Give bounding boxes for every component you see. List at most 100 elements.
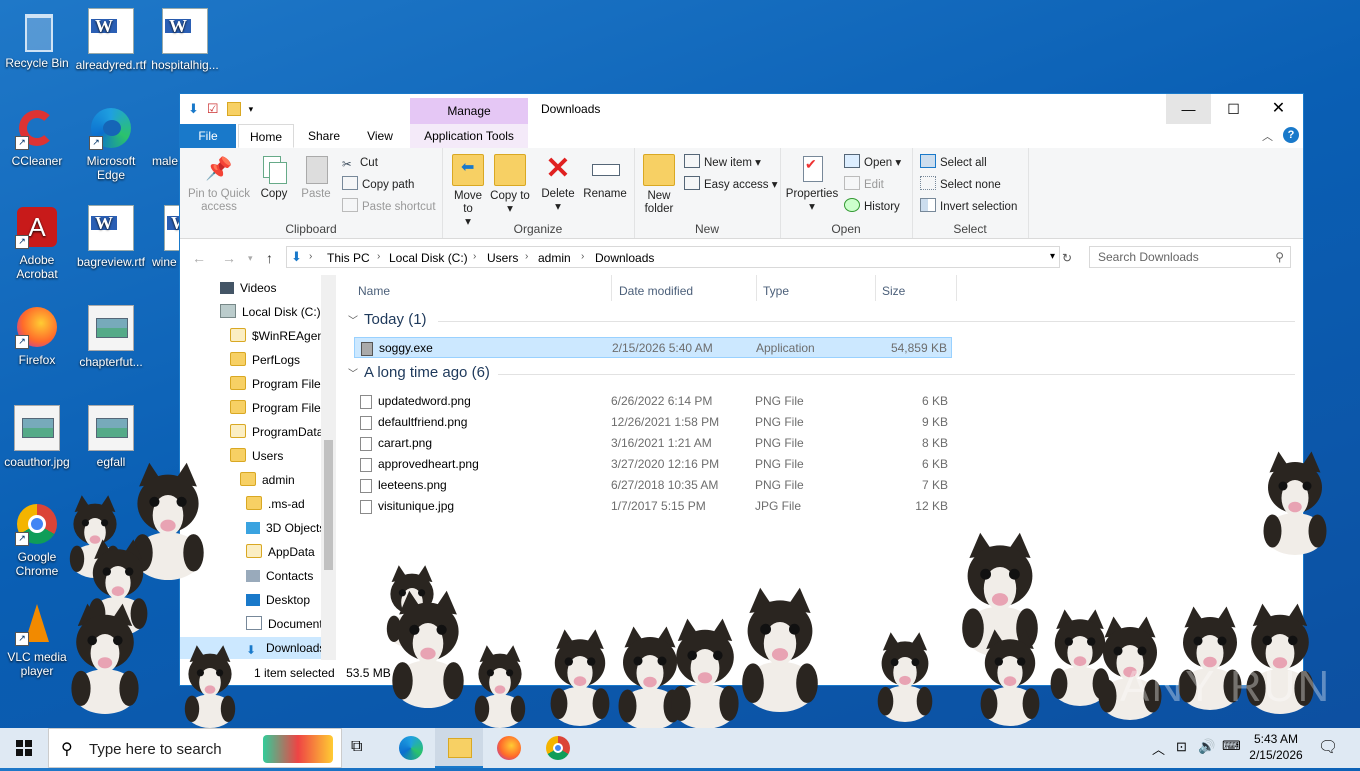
refresh-icon[interactable]: ↻ [1062, 251, 1072, 265]
breadcrumb-local-disk[interactable]: Local Disk (C:) [389, 251, 468, 265]
select-all-button[interactable]: Select all [920, 154, 987, 172]
collapse-ribbon-icon[interactable]: ︿ [1262, 128, 1273, 144]
tab-file[interactable]: File [180, 124, 236, 148]
checkmark-qat-icon[interactable]: ☑ [207, 101, 219, 117]
task-view-button[interactable]: ⧉ [336, 728, 384, 768]
nav-item-admin[interactable]: admin [240, 469, 295, 491]
nav-item-program-files-x86[interactable]: Program Files [230, 397, 327, 419]
history-button[interactable]: History [844, 198, 900, 216]
desktop-icon-egfall[interactable]: egfall [74, 405, 148, 469]
pin-to-quick-access-button[interactable]: 📌 Pin to Quick access [186, 154, 252, 214]
show-hidden-icons-chevron-icon[interactable]: ︿ [1152, 739, 1165, 758]
address-dropdown-icon[interactable]: ▾ [1050, 251, 1055, 262]
close-button[interactable]: ✕ [1256, 94, 1301, 124]
nav-item-program-files[interactable]: Program Files [230, 373, 327, 395]
clock[interactable]: 5:43 AM 2/15/2026 [1246, 731, 1306, 763]
desktop-icon-vlc[interactable]: ↗ VLC media player [0, 602, 74, 678]
minimize-button[interactable]: — [1166, 94, 1211, 124]
nav-item-3d-objects[interactable]: 3D Objects [246, 517, 325, 539]
nav-item-programdata[interactable]: ProgramData [230, 421, 323, 443]
file-row-approvedheart[interactable]: approvedheart.png 3/27/2020 12:16 PM PNG… [354, 454, 952, 475]
desktop-icon-chapterfut[interactable]: chapterfut... [74, 305, 148, 369]
rename-button[interactable]: Rename [582, 154, 628, 201]
file-row-soggy[interactable]: soggy.exe 2/15/2026 5:40 AM Application … [354, 337, 952, 358]
copy-button[interactable]: Copy [256, 154, 292, 201]
desktop-icon-ccleaner[interactable]: ↗ CCleaner [0, 106, 74, 168]
taskbar-search-box[interactable]: ⚲ Type here to search [48, 728, 342, 768]
desktop-icon-alreadyred[interactable]: W alreadyred.rtf [74, 8, 148, 72]
copy-path-button[interactable]: Copy path [342, 176, 414, 194]
breadcrumb-admin[interactable]: admin [538, 251, 571, 265]
nav-item-desktop[interactable]: Desktop [246, 589, 310, 611]
nav-item-downloads[interactable]: ⬇ Downloads [180, 637, 325, 659]
taskbar-chrome[interactable] [533, 728, 581, 768]
nav-scrollbar[interactable] [321, 275, 336, 660]
taskbar-firefox[interactable] [484, 728, 532, 768]
new-folder-qat-icon[interactable] [226, 102, 241, 116]
column-header-type[interactable]: Type [763, 281, 789, 301]
maximize-button[interactable]: ☐ [1211, 94, 1256, 124]
open-button[interactable]: Open ▾ [844, 154, 901, 172]
network-icon[interactable]: ⊡ [1176, 739, 1187, 755]
nav-item-ms-ad[interactable]: .ms-ad [246, 493, 305, 515]
nav-item-winreagent[interactable]: $WinREAgent [230, 325, 327, 347]
desktop-icon-bagreview[interactable]: W bagreview.rtf [74, 205, 148, 269]
search-input[interactable]: Search Downloads ⚲ [1089, 246, 1291, 268]
paste-shortcut-button[interactable]: Paste shortcut [342, 198, 436, 216]
copy-to-button[interactable]: Copy to ▾ [490, 154, 530, 216]
tab-home[interactable]: Home [238, 124, 294, 148]
properties-qat-icon[interactable]: ⬇ [188, 101, 199, 117]
paste-button[interactable]: Paste [298, 154, 334, 201]
nav-item-appdata[interactable]: AppData [246, 541, 315, 563]
recent-locations-icon[interactable]: ▾ [248, 253, 253, 264]
properties-button[interactable]: ✔ Properties ▾ [784, 154, 840, 214]
notifications-icon[interactable]: 🗨 [1318, 737, 1338, 757]
desktop-icon-wine[interactable]: W wine [140, 205, 180, 269]
start-button[interactable] [0, 728, 48, 768]
tab-application-tools[interactable]: Application Tools [410, 124, 528, 148]
input-method-icon[interactable]: ⌨ [1222, 738, 1241, 754]
back-arrow-icon[interactable]: ← [192, 250, 206, 266]
help-icon[interactable]: ? [1283, 127, 1299, 143]
desktop-icon-acrobat[interactable]: A ↗ Adobe Acrobat [0, 205, 74, 281]
file-row-carart[interactable]: carart.png 3/16/2021 1:21 AM PNG File 8 … [354, 433, 952, 454]
breadcrumb-users[interactable]: Users [487, 251, 518, 265]
column-header-size[interactable]: Size [882, 281, 905, 301]
nav-item-documents[interactable]: Documents [246, 613, 329, 635]
file-row-defaultfriend[interactable]: defaultfriend.png 12/26/2021 1:58 PM PNG… [354, 412, 952, 433]
forward-arrow-icon[interactable]: → [222, 250, 236, 266]
breadcrumb-this-pc[interactable]: This PC [327, 251, 370, 265]
column-header-date[interactable]: Date modified [619, 281, 693, 301]
file-row-leeteens[interactable]: leeteens.png 6/27/2018 10:35 AM PNG File… [354, 475, 952, 496]
select-none-button[interactable]: Select none [920, 176, 1001, 194]
easy-access-button[interactable]: Easy access ▾ [684, 176, 778, 194]
tab-view[interactable]: View [352, 124, 408, 148]
nav-item-videos[interactable]: Videos [220, 277, 276, 299]
desktop-icon-firefox[interactable]: ↗ Firefox [0, 305, 74, 367]
nav-item-perflogs[interactable]: PerfLogs [230, 349, 300, 371]
edit-button[interactable]: Edit [844, 176, 884, 194]
volume-icon[interactable]: 🔊 [1198, 738, 1215, 755]
desktop-icon-edge[interactable]: ↗ Microsoft Edge [74, 106, 148, 182]
invert-selection-button[interactable]: Invert selection [920, 198, 1017, 216]
taskbar-file-explorer[interactable] [435, 728, 483, 768]
manage-contextual-tab[interactable]: Manage [410, 98, 528, 124]
address-bar[interactable]: ⬇ › This PC › Local Disk (C:) › Users › … [286, 246, 1060, 268]
file-row-updatedword[interactable]: updatedword.png 6/26/2022 6:14 PM PNG Fi… [354, 391, 952, 412]
desktop-icon-recycle-bin[interactable]: Recycle Bin [0, 8, 74, 70]
nav-item-local-disk[interactable]: Local Disk (C:) [220, 301, 321, 323]
desktop-icon-coauthor[interactable]: coauthor.jpg [0, 405, 74, 469]
cut-button[interactable]: ✂ Cut [342, 154, 378, 172]
customize-qat-icon[interactable]: ▾ [249, 104, 254, 115]
column-header-name[interactable]: Name [358, 281, 390, 301]
nav-scrollbar-thumb[interactable] [324, 440, 333, 570]
new-item-button[interactable]: New item ▾ [684, 154, 761, 172]
breadcrumb-downloads[interactable]: Downloads [595, 251, 654, 265]
new-folder-button[interactable]: New folder [638, 154, 680, 216]
tab-share[interactable]: Share [296, 124, 352, 148]
nav-item-contacts[interactable]: Contacts [246, 565, 313, 587]
delete-button[interactable]: ✕ Delete ▾ [538, 154, 578, 214]
desktop-icon-hospitalhig[interactable]: W hospitalhig... [148, 8, 222, 72]
up-arrow-icon[interactable]: ↑ [266, 250, 273, 266]
desktop-icon-chrome[interactable]: ↗ Google Chrome [0, 502, 74, 578]
